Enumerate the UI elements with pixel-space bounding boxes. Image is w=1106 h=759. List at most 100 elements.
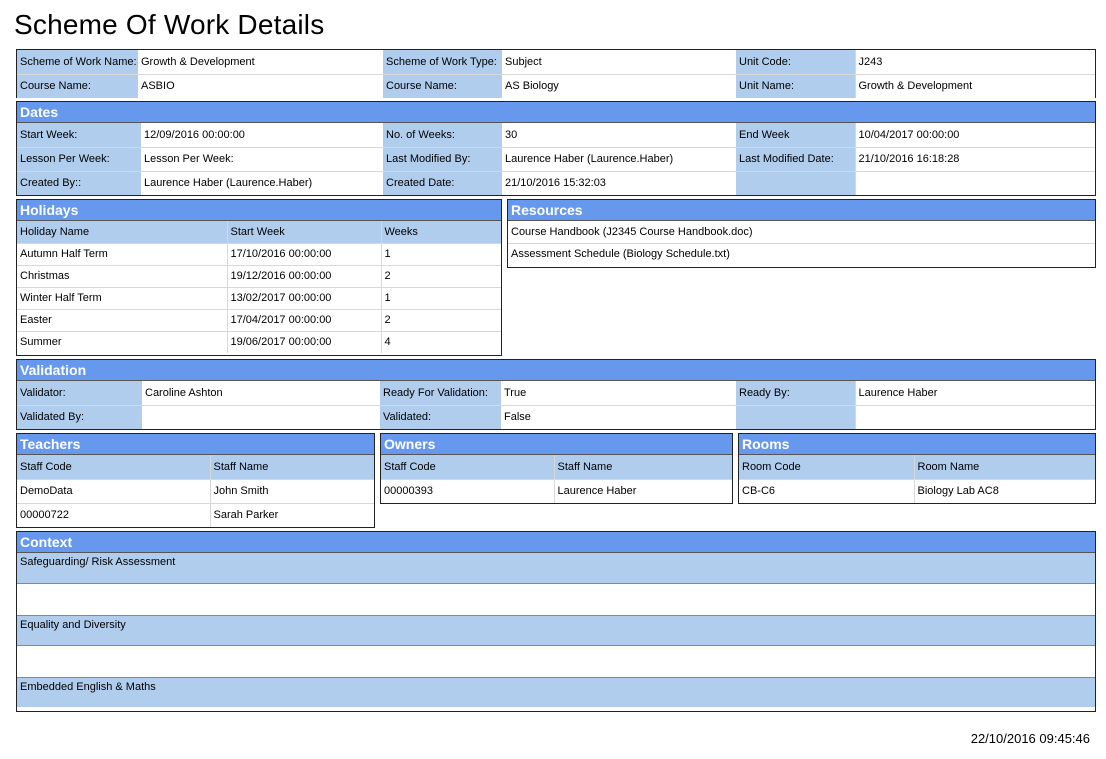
- validation-header: Validation: [17, 360, 1095, 381]
- holiday-start: 17/04/2017 00:00:00: [226, 308, 381, 331]
- last-modified-by-label: Last Modified By:: [383, 146, 502, 171]
- column-header: Room Code: [739, 455, 914, 479]
- validated-by-label: Validated By:: [17, 404, 142, 429]
- equality-content: [17, 645, 1095, 677]
- course-name-label: Course Name:: [17, 73, 138, 98]
- validated-by-value: [142, 404, 380, 429]
- validation-row: Validated By: Validated: False: [17, 404, 1095, 429]
- teachers-table: Staff Code Staff Name DemoData John Smit…: [17, 455, 374, 527]
- resource-link[interactable]: Course Handbook (J2345 Course Handbook.d…: [508, 221, 1095, 243]
- column-header: Weeks: [380, 221, 501, 243]
- teachers-section: Teachers Staff Code Staff Name DemoData …: [16, 433, 375, 528]
- equality-label: Equality and Diversity: [17, 615, 1095, 645]
- lesson-per-week-label: Lesson Per Week:: [17, 146, 141, 171]
- holiday-name: Easter: [17, 308, 227, 331]
- holiday-start: 19/12/2016 00:00:00: [226, 264, 381, 287]
- num-weeks-value: 30: [502, 123, 736, 147]
- unit-name-label: Unit Name:: [736, 73, 855, 98]
- table-row: Autumn Half Term 17/10/2016 00:00:00 1: [17, 242, 501, 265]
- summary-section: Scheme of Work Name: Growth & Developmen…: [16, 49, 1096, 98]
- last-modified-date-label: Last Modified Date:: [736, 146, 855, 171]
- staff-code: 00000393: [381, 478, 554, 503]
- page-title: Scheme Of Work Details: [14, 9, 325, 40]
- last-modified-by-value: Laurence Haber (Laurence.Haber): [502, 146, 736, 171]
- scheme-type-value: Subject: [502, 50, 736, 74]
- context-header: Context: [17, 532, 1095, 553]
- empty-value: [854, 170, 1095, 195]
- dates-row: Lesson Per Week: Lesson Per Week: Last M…: [17, 146, 1095, 171]
- ready-for-validation-label: Ready For Validation:: [380, 381, 501, 405]
- dates-row: Start Week: 12/09/2016 00:00:00 No. of W…: [17, 123, 1095, 147]
- created-by-value: Laurence Haber (Laurence.Haber): [141, 170, 383, 195]
- holidays-table: Holiday Name Start Week Weeks Autumn Hal…: [17, 221, 501, 353]
- owners-section: Owners Staff Code Staff Name 00000393 La…: [380, 433, 733, 504]
- empty-value: [854, 404, 1095, 429]
- table-row: DemoData John Smith: [17, 478, 374, 503]
- english-maths-label: Embedded English & Maths: [17, 677, 1095, 707]
- unit-code-value: J243: [854, 50, 1095, 74]
- print-timestamp: 22/10/2016 09:45:46: [970, 731, 1090, 746]
- course-name-value: ASBIO: [138, 73, 383, 98]
- dates-header: Dates: [17, 102, 1095, 123]
- last-modified-date-value: 21/10/2016 16:18:28: [854, 146, 1095, 171]
- table-row: CB-C6 Biology Lab AC8: [739, 478, 1095, 503]
- validation-section: Validation Validator: Caroline Ashton Re…: [16, 359, 1096, 430]
- table-row: Christmas 19/12/2016 00:00:00 2: [17, 264, 501, 287]
- holiday-start: 17/10/2016 00:00:00: [226, 242, 381, 265]
- scheme-name-label: Scheme of Work Name:: [17, 50, 138, 74]
- table-row: Summer 19/06/2017 00:00:00 4: [17, 330, 501, 353]
- holidays-section: Holidays Holiday Name Start Week Weeks A…: [16, 199, 502, 356]
- scheme-name-value: Growth & Development: [138, 50, 383, 74]
- holiday-weeks: 1: [380, 242, 501, 265]
- lesson-per-week-value: Lesson Per Week:: [141, 146, 383, 171]
- validator-label: Validator:: [17, 381, 142, 405]
- table-row: 00000722 Sarah Parker: [17, 502, 374, 527]
- resources-section: Resources Course Handbook (J2345 Course …: [507, 199, 1096, 268]
- end-week-label: End Week: [736, 123, 855, 147]
- safeguarding-content: [17, 583, 1095, 615]
- start-week-value: 12/09/2016 00:00:00: [141, 123, 383, 147]
- summary-row: Course Name: ASBIO Course Name: AS Biolo…: [17, 73, 1095, 98]
- resource-link[interactable]: Assessment Schedule (Biology Schedule.tx…: [508, 242, 1095, 265]
- resources-table: Course Handbook (J2345 Course Handbook.d…: [508, 221, 1095, 265]
- room-name: Biology Lab AC8: [913, 478, 1095, 503]
- owners-table: Staff Code Staff Name 00000393 Laurence …: [381, 455, 732, 503]
- ready-for-validation-value: True: [501, 381, 736, 405]
- staff-code: 00000722: [17, 502, 210, 527]
- validation-row: Validator: Caroline Ashton Ready For Val…: [17, 381, 1095, 405]
- holidays-header: Holidays: [17, 200, 501, 221]
- context-section: Context Safeguarding/ Risk Assessment Eq…: [16, 531, 1096, 712]
- course-name-2-value: AS Biology: [502, 73, 736, 98]
- table-row: Easter 17/04/2017 00:00:00 2: [17, 308, 501, 331]
- num-weeks-label: No. of Weeks:: [383, 123, 502, 147]
- validated-label: Validated:: [380, 404, 501, 429]
- validated-value: False: [501, 404, 736, 429]
- dates-table: Start Week: 12/09/2016 00:00:00 No. of W…: [17, 123, 1095, 195]
- dates-row: Created By:: Laurence Haber (Laurence.Ha…: [17, 170, 1095, 195]
- staff-name: Laurence Haber: [553, 478, 732, 503]
- created-date-value: 21/10/2016 15:32:03: [502, 170, 736, 195]
- summary-row: Scheme of Work Name: Growth & Developmen…: [17, 50, 1095, 74]
- holiday-name: Winter Half Term: [17, 286, 227, 309]
- column-header: Staff Name: [553, 455, 732, 479]
- rooms-header-row: Room Code Room Name: [739, 455, 1095, 479]
- validator-value: Caroline Ashton: [142, 381, 380, 405]
- scheme-type-label: Scheme of Work Type:: [383, 50, 502, 74]
- ready-by-value: Laurence Haber: [854, 381, 1095, 405]
- owners-header: Owners: [381, 434, 732, 455]
- column-header: Holiday Name: [17, 221, 227, 243]
- holiday-weeks: 2: [380, 308, 501, 331]
- staff-name: John Smith: [209, 478, 374, 503]
- owners-header-row: Staff Code Staff Name: [381, 455, 732, 479]
- holiday-start: 13/02/2017 00:00:00: [226, 286, 381, 309]
- holiday-name: Autumn Half Term: [17, 242, 227, 265]
- staff-code: DemoData: [17, 478, 210, 503]
- column-header: Staff Name: [209, 455, 374, 479]
- teachers-header-row: Staff Code Staff Name: [17, 455, 374, 479]
- start-week-label: Start Week:: [17, 123, 141, 147]
- holiday-weeks: 2: [380, 264, 501, 287]
- room-code: CB-C6: [739, 478, 914, 503]
- end-week-value: 10/04/2017 00:00:00: [854, 123, 1095, 147]
- created-date-label: Created Date:: [383, 170, 502, 195]
- validation-table: Validator: Caroline Ashton Ready For Val…: [17, 381, 1095, 429]
